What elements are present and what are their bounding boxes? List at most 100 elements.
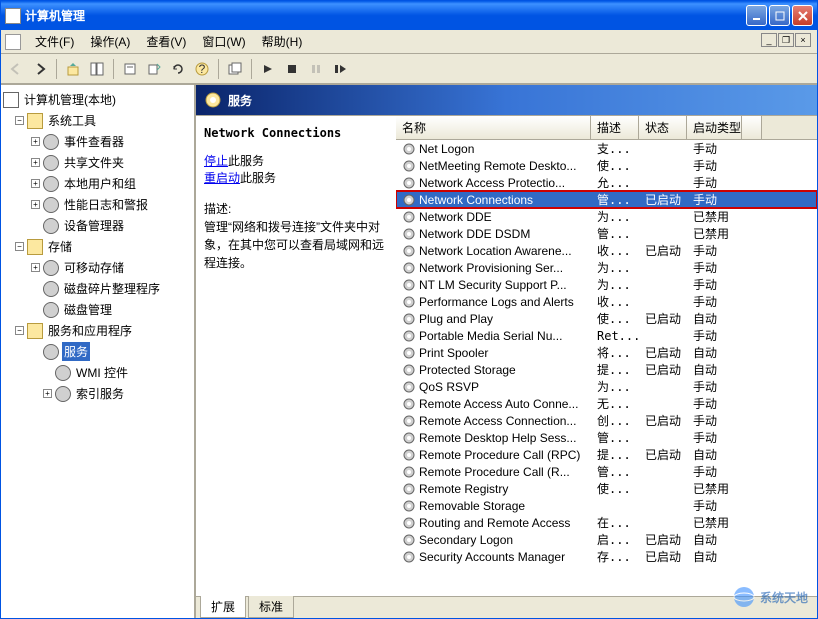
service-row[interactable]: NetMeeting Remote Deskto...使...手动 — [396, 157, 817, 174]
menu-action[interactable]: 操作(A) — [82, 30, 138, 53]
forward-button[interactable] — [29, 58, 51, 80]
list-rows[interactable]: Net Logon支...手动NetMeeting Remote Deskto.… — [396, 140, 817, 596]
services-header: 服务 — [196, 85, 817, 115]
expand-icon[interactable]: + — [31, 200, 40, 209]
tree-root[interactable]: 计算机管理(本地) — [3, 89, 192, 110]
service-row[interactable]: Remote Desktop Help Sess...管...手动 — [396, 429, 817, 446]
tree-item[interactable]: + 可移动存储 — [3, 257, 192, 278]
service-row[interactable]: Routing and Remote Access在...已禁用 — [396, 514, 817, 531]
tree-storage[interactable]: − 存储 — [3, 236, 192, 257]
service-row[interactable]: Portable Media Serial Nu...Ret...手动 — [396, 327, 817, 344]
service-row[interactable]: Network Location Awarene...收...已启动手动 — [396, 242, 817, 259]
collapse-icon[interactable]: − — [15, 116, 24, 125]
tree-label: 本地用户和组 — [62, 174, 138, 193]
tree-item[interactable]: 磁盘管理 — [3, 299, 192, 320]
back-arrow-icon — [9, 62, 23, 76]
column-desc[interactable]: 描述 — [591, 116, 639, 139]
column-extra[interactable] — [742, 116, 762, 139]
tab-standard[interactable]: 标准 — [248, 596, 294, 618]
service-icon — [402, 312, 416, 326]
collapse-icon[interactable]: − — [15, 326, 24, 335]
tree-item[interactable]: + 本地用户和组 — [3, 173, 192, 194]
item-icon — [55, 386, 71, 402]
service-row[interactable]: Network Access Protectio...允...手动 — [396, 174, 817, 191]
tree-services-apps[interactable]: − 服务和应用程序 — [3, 320, 192, 341]
mdi-close[interactable]: × — [795, 33, 811, 47]
new-window-button[interactable] — [224, 58, 246, 80]
stop-suffix: 此服务 — [228, 154, 264, 168]
cell-name: Portable Media Serial Nu... — [396, 329, 591, 343]
service-row[interactable]: Remote Registry使...已禁用 — [396, 480, 817, 497]
stop-link[interactable]: 停止 — [204, 154, 228, 168]
help-button[interactable]: ? — [191, 58, 213, 80]
service-icon — [402, 414, 416, 428]
service-row[interactable]: Remote Procedure Call (RPC)提...已启动自动 — [396, 446, 817, 463]
column-name[interactable]: 名称 — [396, 116, 591, 139]
restart-link[interactable]: 重启动 — [204, 171, 240, 185]
mdi-minimize[interactable]: _ — [761, 33, 777, 47]
collapse-icon[interactable]: − — [15, 242, 24, 251]
tree-item[interactable]: +事件查看器 — [3, 131, 192, 152]
cell-startup: 手动 — [687, 157, 742, 174]
expand-icon[interactable]: + — [31, 179, 40, 188]
properties-button[interactable] — [119, 58, 141, 80]
cell-desc: 提... — [591, 446, 639, 463]
menu-help[interactable]: 帮助(H) — [254, 30, 311, 53]
start-service-button[interactable] — [257, 58, 279, 80]
service-row[interactable]: Network DDE为...已禁用 — [396, 208, 817, 225]
maximize-button[interactable] — [769, 5, 790, 26]
cell-name: Remote Access Auto Conne... — [396, 397, 591, 411]
tree-system-tools[interactable]: − 系统工具 — [3, 110, 192, 131]
service-row[interactable]: Network Connections管...已启动手动 — [396, 191, 817, 208]
stop-service-button[interactable] — [281, 58, 303, 80]
expand-icon[interactable]: + — [31, 137, 40, 146]
menu-window[interactable]: 窗口(W) — [194, 30, 253, 53]
tree-item[interactable]: +索引服务 — [3, 383, 192, 404]
expand-icon[interactable]: + — [31, 263, 40, 272]
service-row[interactable]: Network DDE DSDM管...已禁用 — [396, 225, 817, 242]
tree-label: 可移动存储 — [62, 258, 126, 277]
tree-item[interactable]: 磁盘碎片整理程序 — [3, 278, 192, 299]
service-row[interactable]: Print Spooler将...已启动自动 — [396, 344, 817, 361]
tree-pane[interactable]: 计算机管理(本地) − 系统工具 +事件查看器+共享文件夹+本地用户和组+性能日… — [1, 85, 196, 618]
column-startup[interactable]: 启动类型 — [687, 116, 742, 139]
service-row[interactable]: Protected Storage提...已启动自动 — [396, 361, 817, 378]
show-hide-tree-button[interactable] — [86, 58, 108, 80]
column-status[interactable]: 状态 — [639, 116, 687, 139]
folder-icon — [27, 323, 43, 339]
service-row[interactable]: Remote Procedure Call (R...管...手动 — [396, 463, 817, 480]
service-row[interactable]: QoS RSVP为...手动 — [396, 378, 817, 395]
minimize-button[interactable] — [746, 5, 767, 26]
export-button[interactable] — [143, 58, 165, 80]
expand-icon[interactable]: + — [31, 158, 40, 167]
restart-service-button[interactable] — [329, 58, 351, 80]
service-row[interactable]: Remote Access Connection...创...已启动手动 — [396, 412, 817, 429]
service-icon — [402, 465, 416, 479]
service-row[interactable]: Removable Storage手动 — [396, 497, 817, 514]
tree-services[interactable]: 服务 — [3, 341, 192, 362]
tree-item[interactable]: WMI 控件 — [3, 362, 192, 383]
service-row[interactable]: Remote Access Auto Conne...无...手动 — [396, 395, 817, 412]
menu-file[interactable]: 文件(F) — [27, 30, 82, 53]
service-row[interactable]: Plug and Play使...已启动自动 — [396, 310, 817, 327]
service-row[interactable]: Network Provisioning Ser...为...手动 — [396, 259, 817, 276]
menu-view[interactable]: 查看(V) — [138, 30, 194, 53]
item-icon — [43, 134, 59, 150]
service-row[interactable]: Secondary Logon启...已启动自动 — [396, 531, 817, 548]
item-icon — [43, 302, 59, 318]
tree-item[interactable]: 设备管理器 — [3, 215, 192, 236]
back-button — [5, 58, 27, 80]
expand-icon[interactable]: + — [43, 389, 52, 398]
cell-name: Network DDE — [396, 210, 591, 224]
mdi-restore[interactable]: ❐ — [778, 33, 794, 47]
service-row[interactable]: Net Logon支...手动 — [396, 140, 817, 157]
close-button[interactable] — [792, 5, 813, 26]
service-row[interactable]: NT LM Security Support P...为...手动 — [396, 276, 817, 293]
tree-item[interactable]: +性能日志和警报 — [3, 194, 192, 215]
refresh-button[interactable] — [167, 58, 189, 80]
service-row[interactable]: Security Accounts Manager存...已启动自动 — [396, 548, 817, 565]
tree-item[interactable]: +共享文件夹 — [3, 152, 192, 173]
up-button[interactable] — [62, 58, 84, 80]
service-row[interactable]: Performance Logs and Alerts收...手动 — [396, 293, 817, 310]
tab-extended[interactable]: 扩展 — [200, 596, 246, 618]
